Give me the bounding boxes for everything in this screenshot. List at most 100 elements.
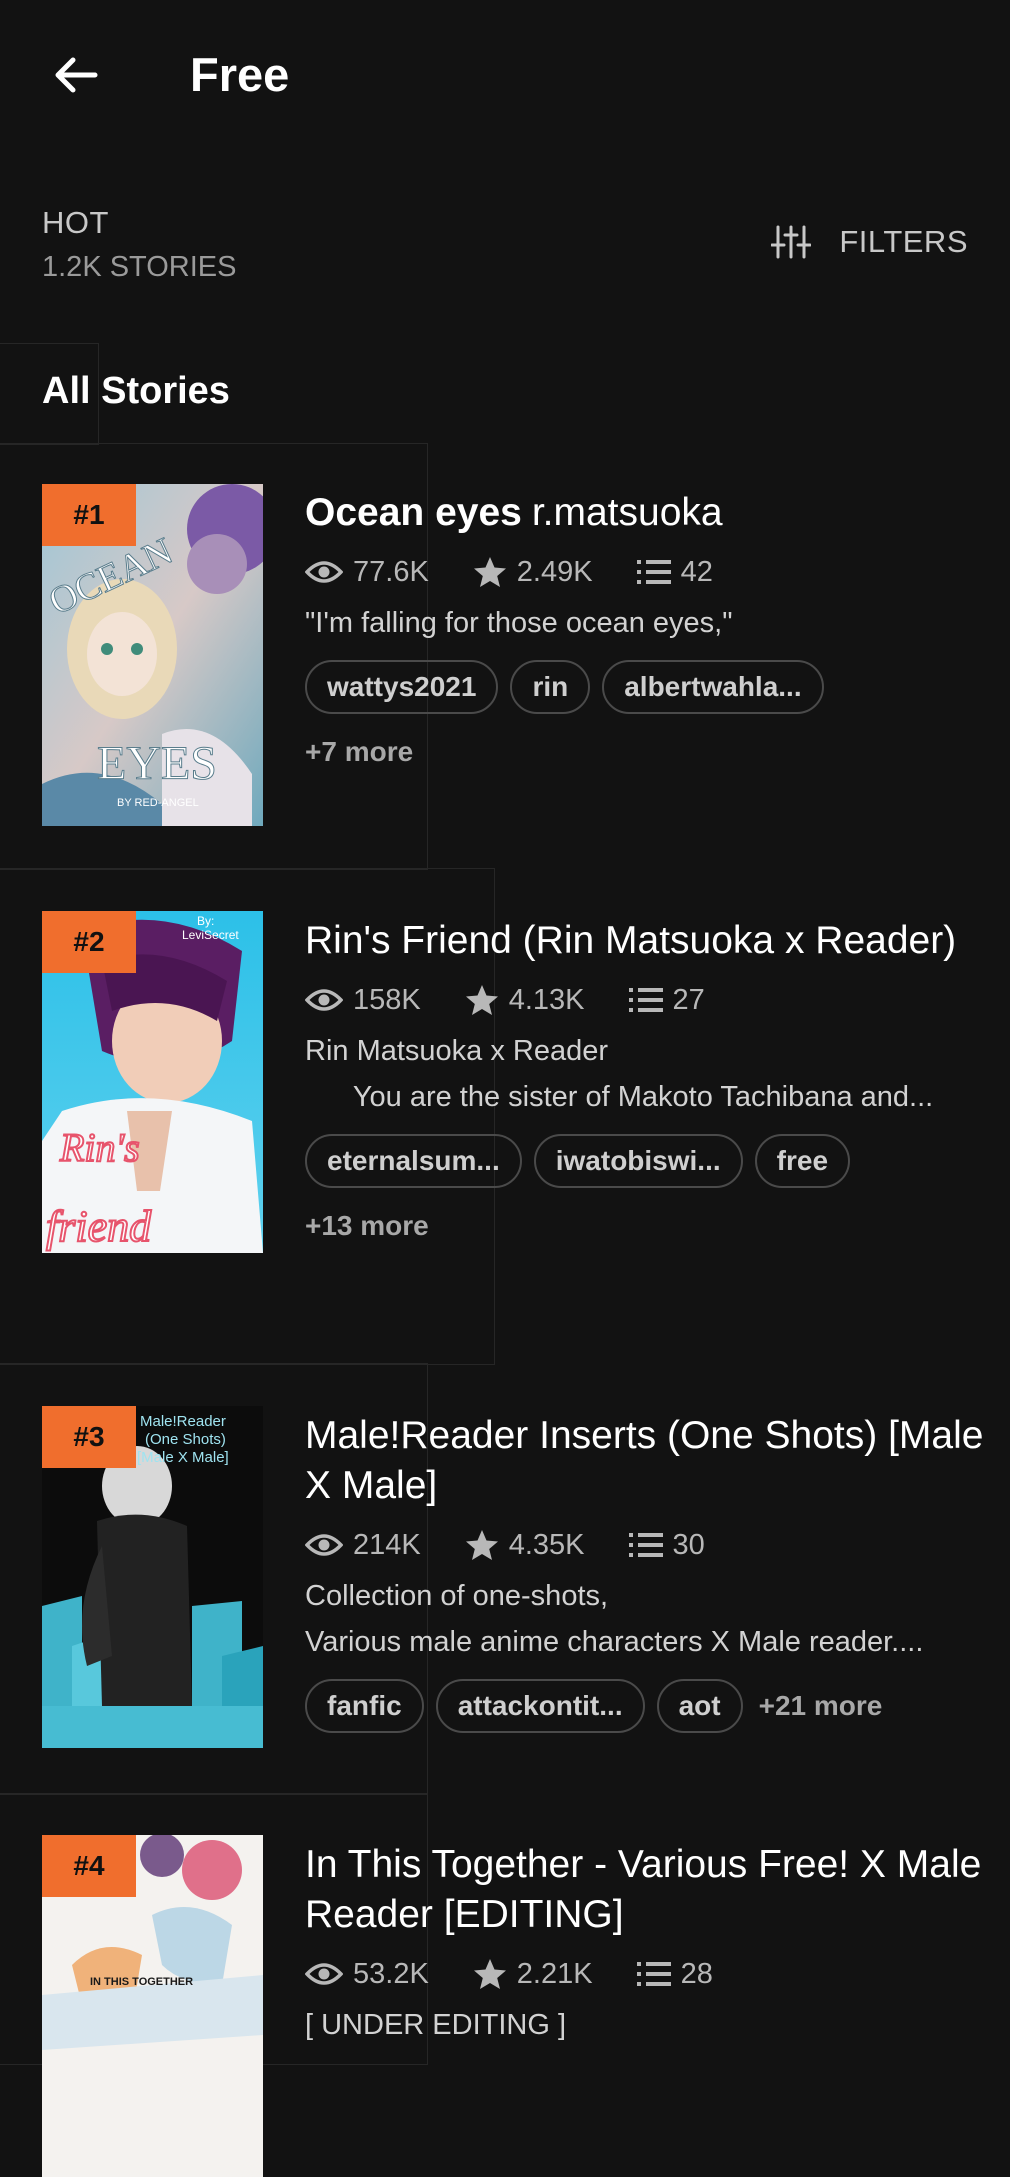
more-tags-link[interactable]: +7 more [305, 736, 985, 768]
tag-chip[interactable]: iwatobiswi... [533, 1134, 743, 1188]
story-cover[interactable]: Male!Reader (One Shots) [Male X Male] #3 [42, 1406, 263, 1748]
votes-stat: 4.13K [465, 984, 585, 1017]
story-title-row[interactable]: Rin's Friend (Rin Matsuoka x Reader) [305, 916, 985, 966]
story-description: "I'm falling for those ocean eyes," [305, 607, 733, 639]
parts-count: 27 [672, 983, 705, 1016]
votes-stat: 2.21K [473, 1958, 593, 1991]
back-button[interactable] [40, 40, 110, 110]
parts-count: 30 [672, 1528, 705, 1561]
cover-title-line-1: Rin's [59, 1125, 140, 1170]
parts-stat: 42 [636, 555, 713, 589]
cover-author: BY RED-ANGEL [117, 797, 199, 809]
story-title: In This Together - Various Free! X Male … [305, 1843, 982, 1936]
story-stats: 158K 4.13K 27 [305, 980, 985, 1020]
votes-count: 4.13K [508, 983, 585, 1016]
cover-title-line-2: (One Shots) [145, 1431, 226, 1448]
cover-title: IN THIS TOGETHER [90, 1976, 193, 1988]
story-description: Collection of one-shots, Various male an… [305, 1580, 924, 1658]
cover-title-line-2: EYES [97, 737, 217, 790]
rank-badge: #4 [42, 1835, 136, 1897]
tag-chip[interactable]: eternalsum... [305, 1134, 522, 1188]
story-title-row[interactable]: Male!Reader Inserts (One Shots) [Male X … [305, 1411, 985, 1511]
reads-stat: 77.6K [305, 556, 429, 589]
parts-count: 28 [680, 1957, 713, 1990]
page-title: Free [190, 48, 290, 101]
rank-badge: #2 [42, 911, 136, 973]
tag-chip[interactable]: free [754, 1134, 851, 1188]
tag-chip[interactable]: wattys2021 [305, 660, 499, 714]
list-icon [628, 988, 663, 1012]
star-icon [473, 1959, 506, 1989]
sort-label[interactable]: HOT [42, 205, 237, 241]
parts-stat: 30 [628, 1528, 705, 1562]
eye-icon [305, 989, 343, 1011]
votes-stat: 2.49K [473, 556, 593, 589]
cover-byline: By: [197, 914, 214, 928]
more-tags-link[interactable]: +21 more [759, 1690, 883, 1722]
story-info: Male!Reader Inserts (One Shots) [Male X … [305, 1411, 985, 1733]
story-title-row[interactable]: Ocean eyes r.matsuoka [305, 488, 985, 538]
story-cover[interactable]: OCEAN EYES BY RED-ANGEL #1 [42, 484, 263, 826]
rank-badge: #1 [42, 484, 136, 546]
more-tags-link[interactable]: +13 more [305, 1210, 985, 1242]
list-icon [628, 1533, 663, 1557]
list-icon [636, 560, 671, 584]
tag-chip[interactable]: rin [510, 660, 591, 714]
eye-icon [305, 1963, 343, 1985]
votes-count: 2.49K [516, 555, 593, 588]
votes-stat: 4.35K [465, 1529, 585, 1562]
story-count: 1.2K STORIES [42, 251, 237, 283]
star-icon [473, 557, 506, 587]
cover-author: LeviSecret [182, 928, 239, 942]
star-icon [465, 1530, 498, 1560]
sliders-icon [771, 225, 812, 259]
cover-title-line-3: [Male X Male] [137, 1449, 229, 1466]
arrow-left-icon [55, 57, 98, 93]
eye-icon [305, 1534, 343, 1556]
cover-title-line-2: friend [46, 1202, 152, 1251]
reads-count: 53.2K [353, 1957, 429, 1990]
tag-chip[interactable]: albertwahla... [602, 660, 824, 714]
story-info: In This Together - Various Free! X Male … [305, 1840, 985, 2048]
tag-chip[interactable]: aot [656, 1679, 743, 1733]
story-author[interactable]: r.matsuoka [532, 491, 723, 534]
reads-count: 158K [353, 983, 421, 1016]
tag-chip[interactable]: fanfic [305, 1679, 424, 1733]
story-cover[interactable]: By: LeviSecret Rin's friend #2 [42, 911, 263, 1253]
parts-stat: 28 [636, 1957, 713, 1991]
tag-list: eternalsum... iwatobiswi... free [305, 1134, 985, 1188]
filters-button[interactable]: FILTERS [771, 224, 968, 260]
reads-count: 77.6K [353, 555, 429, 588]
story-cover[interactable]: IN THIS TOGETHER #4 [42, 1835, 263, 2177]
story-title: Ocean eyes [305, 491, 522, 534]
story-stats: 77.6K 2.49K 42 [305, 552, 985, 592]
section-title: All Stories [42, 370, 230, 412]
tag-list: fanfic attackontit... aot +21 more [305, 1679, 985, 1733]
story-info: Ocean eyes r.matsuoka 77.6K 2.49K 42 "I'm… [305, 488, 985, 768]
tag-chip[interactable]: attackontit... [435, 1679, 645, 1733]
reads-stat: 53.2K [305, 1958, 429, 1991]
parts-count: 42 [680, 555, 713, 588]
votes-count: 2.21K [516, 1957, 593, 1990]
star-icon [465, 985, 498, 1015]
story-description: [ UNDER EDITING ] [305, 2009, 567, 2041]
story-title: Rin's Friend (Rin Matsuoka x Reader) [305, 919, 957, 962]
story-description: Rin Matsuoka x Reader You are the sister… [305, 1035, 934, 1113]
cover-title-line-1: Male!Reader [140, 1413, 226, 1430]
reads-stat: 214K [305, 1529, 421, 1562]
story-stats: 53.2K 2.21K 28 [305, 1954, 985, 1994]
reads-stat: 158K [305, 984, 421, 1017]
story-info: Rin's Friend (Rin Matsuoka x Reader) 158… [305, 916, 985, 1242]
reads-count: 214K [353, 1528, 421, 1561]
story-stats: 214K 4.35K 30 [305, 1525, 985, 1565]
rank-badge: #3 [42, 1406, 136, 1468]
eye-icon [305, 561, 343, 583]
story-title-row[interactable]: In This Together - Various Free! X Male … [305, 1840, 985, 1940]
app-bar: Free [0, 0, 1010, 150]
list-header: HOT 1.2K STORIES [42, 205, 237, 284]
list-icon [636, 1962, 671, 1986]
story-title: Male!Reader Inserts (One Shots) [Male X … [305, 1414, 984, 1507]
parts-stat: 27 [628, 983, 705, 1017]
votes-count: 4.35K [508, 1528, 585, 1561]
tag-list: wattys2021 rin albertwahla... [305, 660, 985, 714]
